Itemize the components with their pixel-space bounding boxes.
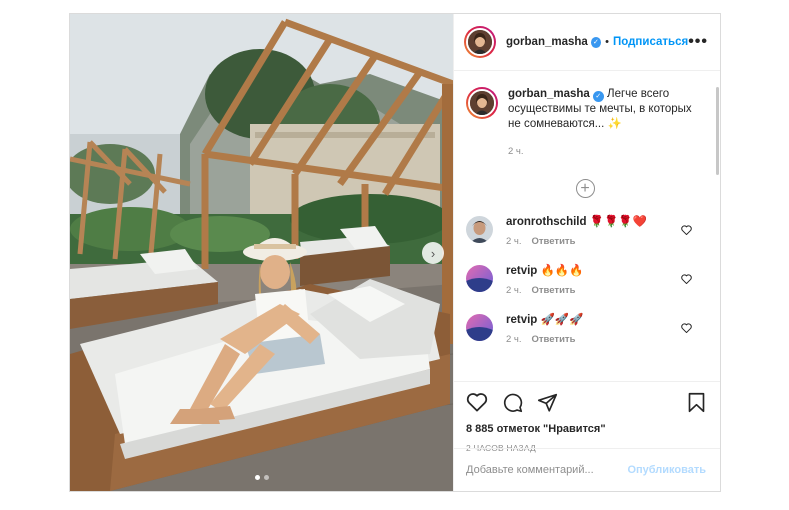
add-comment-bar: Добавьте комментарий... Опубликовать (454, 448, 720, 491)
next-arrow-icon: › (430, 245, 436, 261)
comment-like-heart-icon[interactable] (681, 271, 692, 289)
post-panel: gorban_masha ✓ • Подписаться ••• gorban_… (453, 14, 720, 491)
carousel-dot-1 (254, 475, 260, 480)
post-caption: gorban_masha ✓ Легче всего осуществимы те… (466, 87, 704, 159)
bookmark-icon[interactable] (687, 392, 706, 413)
more-icon[interactable]: ••• (688, 33, 708, 51)
comment-item: retvip 🚀🚀🚀 2 ч. Ответить (466, 312, 704, 345)
caption-avatar[interactable] (466, 87, 498, 119)
comment-icon[interactable] (502, 392, 523, 413)
load-more-comments[interactable]: + (466, 179, 704, 198)
carousel-dots (70, 475, 453, 480)
author-avatar-image (468, 30, 492, 54)
header-separator: • (605, 36, 609, 48)
author-avatar[interactable] (464, 26, 496, 58)
likes-count[interactable]: 8 885 отметок "Нравится" (466, 423, 706, 435)
reply-button[interactable]: Ответить (532, 334, 576, 345)
commenter-avatar-image (466, 314, 493, 341)
comment-input[interactable]: Добавьте комментарий... (466, 464, 627, 476)
caption-time[interactable]: 2 ч. (508, 144, 704, 159)
comments-area[interactable]: gorban_masha ✓ Легче всего осуществимы те… (454, 71, 720, 381)
comment-like-heart-icon[interactable] (681, 222, 692, 240)
commenter-avatar-image (466, 265, 493, 292)
comment-text: 🚀🚀🚀 (540, 314, 584, 326)
commenter-avatar[interactable] (466, 216, 493, 243)
comment-item: retvip 🔥🔥🔥 2 ч. Ответить (466, 263, 704, 296)
author-username[interactable]: gorban_masha (506, 36, 588, 48)
post-header: gorban_masha ✓ • Подписаться ••• (454, 14, 720, 71)
comment-text: 🌹🌹🌹❤️ (589, 216, 647, 228)
verified-icon: ✓ (590, 36, 602, 48)
share-icon[interactable] (537, 392, 558, 413)
next-slide-button[interactable]: › (422, 242, 444, 264)
commenter-avatar-image (466, 216, 493, 243)
follow-button[interactable]: Подписаться (613, 36, 688, 48)
caption-avatar-image (470, 91, 494, 115)
comments-scrollbar[interactable] (716, 87, 719, 175)
commenter-avatar[interactable] (466, 265, 493, 292)
comment-like-heart-icon[interactable] (681, 320, 692, 338)
publish-button[interactable]: Опубликовать (627, 464, 706, 476)
commenter-avatar[interactable] (466, 314, 493, 341)
comment-text: 🔥🔥🔥 (540, 265, 584, 277)
caption-body: gorban_masha ✓ Легче всего осуществимы те… (508, 87, 704, 159)
heart-icon[interactable] (466, 392, 488, 412)
comment-username[interactable]: retvip (506, 265, 537, 277)
verified-icon: ✓ (592, 91, 604, 102)
carousel-dot-2 (263, 475, 269, 480)
photo-illustration (70, 14, 453, 491)
caption-username[interactable]: gorban_masha (508, 88, 590, 100)
action-icons (466, 390, 706, 414)
reply-button[interactable]: Ответить (532, 236, 576, 247)
load-more-icon[interactable]: + (575, 179, 595, 198)
comment-time[interactable]: 2 ч. (506, 236, 522, 247)
post-photo[interactable]: › (70, 14, 453, 491)
comment-item: aronrothschild 🌹🌹🌹❤️ 2 ч. Ответить (466, 214, 704, 247)
reply-button[interactable]: Ответить (532, 285, 576, 296)
comment-time[interactable]: 2 ч. (506, 285, 522, 296)
instagram-post: › gorban_masha ✓ • Подписаться ••• gorba… (69, 13, 721, 492)
comment-username[interactable]: aronrothschild (506, 216, 587, 228)
comment-time[interactable]: 2 ч. (506, 334, 522, 345)
comment-username[interactable]: retvip (506, 314, 537, 326)
